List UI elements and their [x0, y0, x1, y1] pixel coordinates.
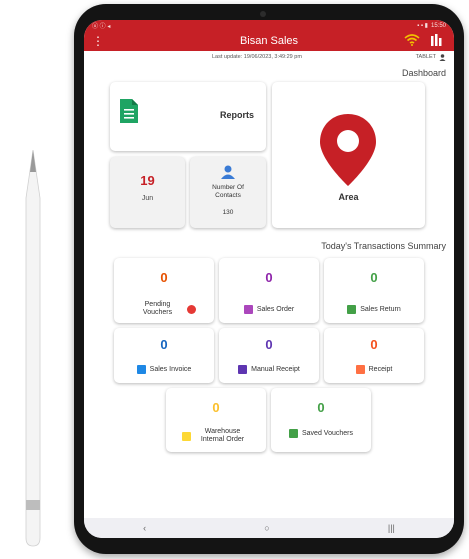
date-month: Jun: [141, 195, 154, 202]
manual-receipt-label: Manual Receipt: [251, 365, 300, 373]
document-icon: [120, 99, 138, 123]
sync-bars-icon[interactable]: [430, 34, 442, 46]
app-title: Bisan Sales: [239, 35, 299, 47]
status-bar: ⓤ ⓘ ◂ ▪ ▪ ▮ 15:50: [84, 20, 454, 31]
more-options-icon[interactable]: ⋮: [92, 34, 104, 48]
saved-vouchers-label: Saved Vouchers: [302, 429, 353, 437]
wifi-icon: [404, 34, 420, 46]
app-screen: ⓤ ⓘ ◂ ▪ ▪ ▮ 15:50 ⋮ Bisan Sales Last upd…: [84, 20, 454, 538]
area-card[interactable]: Area: [272, 82, 425, 228]
receipt-label: Receipt: [368, 365, 393, 373]
contacts-card[interactable]: Number Of Contacts 130: [190, 157, 266, 228]
reports-card[interactable]: Reports: [110, 82, 266, 151]
date-card: 19 Jun: [110, 157, 185, 228]
manual-receipt-count: 0: [265, 337, 273, 352]
status-icons-left: ⓤ ⓘ ◂: [92, 24, 111, 30]
money-icon: [347, 305, 357, 314]
transactions-grid: 0 Sales Return 0 Sales Order 0 Pending V…: [84, 251, 454, 461]
sales-invoice-card[interactable]: 0 Sales Invoice: [114, 328, 214, 383]
warehouse-order-count: 0: [212, 400, 220, 415]
warehouse-icon: [181, 431, 191, 441]
warehouse-order-card[interactable]: 0 Warehouse Internal Order: [166, 388, 266, 452]
nav-back-button[interactable]: ‹: [143, 523, 146, 533]
saved-vouchers-card[interactable]: 0 Saved Vouchers: [271, 388, 371, 452]
receipt-icon: [355, 365, 365, 374]
sales-invoice-label: Sales Invoice: [149, 365, 192, 373]
device-indicator: TABLET: [415, 53, 446, 61]
contacts-count: 130: [222, 209, 234, 216]
area-label: Area: [338, 192, 359, 202]
dashboard-grid: Area Reports 19 Jun Number Of Contacts 1…: [84, 78, 454, 238]
pause-icon: [186, 304, 196, 314]
contacts-label: Number Of Contacts: [212, 184, 244, 199]
sales-return-card[interactable]: 0 Sales Return: [324, 258, 424, 323]
cart-icon: [243, 305, 253, 314]
books-icon: [238, 365, 248, 374]
nav-home-button[interactable]: ○: [264, 523, 269, 533]
invoice-icon: [136, 365, 146, 374]
tablet-device: ⓤ ⓘ ◂ ▪ ▪ ▮ 15:50 ⋮ Bisan Sales Last upd…: [74, 4, 464, 554]
receipt-count: 0: [370, 337, 378, 352]
app-bar: ⋮ Bisan Sales: [84, 31, 454, 51]
receipt-card[interactable]: 0 Receipt: [324, 328, 424, 383]
sales-order-label: Sales Order: [256, 305, 295, 313]
system-nav-bar: ‹ ○ |||: [84, 518, 454, 538]
transactions-title: Today's Transactions Summary: [321, 241, 446, 251]
sales-order-card[interactable]: 0 Sales Order: [219, 258, 319, 323]
user-icon: [439, 53, 446, 61]
pending-vouchers-count: 0: [160, 270, 168, 285]
sales-invoice-count: 0: [160, 337, 168, 352]
date-day: 19: [140, 173, 155, 188]
stylus-pencil: [25, 149, 41, 547]
save-icon: [289, 429, 298, 438]
info-bar: Last update: 19/06/2023, 3:49:29 pm TABL…: [84, 51, 454, 63]
nav-recents-button[interactable]: |||: [388, 523, 395, 533]
manual-receipt-card[interactable]: 0 Manual Receipt: [219, 328, 319, 383]
status-indicator-icons: ▪ ▪ ▮: [417, 23, 428, 29]
sales-order-count: 0: [265, 270, 273, 285]
warehouse-order-label: Warehouse Internal Order: [200, 428, 245, 443]
device-type-text: TABLET: [415, 54, 436, 60]
location-pin-icon: [320, 114, 376, 186]
pending-vouchers-label: Pending Vouchers: [142, 301, 173, 316]
person-icon: [221, 165, 235, 179]
last-update-text: Last update: 19/06/2023, 3:49:29 pm: [212, 54, 302, 60]
status-icons-right: ▪ ▪ ▮ 15:50: [417, 22, 446, 30]
reports-label: Reports: [219, 110, 254, 120]
camera-icon: [260, 11, 266, 17]
dashboard-title: Dashboard: [401, 68, 446, 78]
sales-return-label: Sales Return: [360, 305, 401, 313]
pending-vouchers-card[interactable]: 0 Pending Vouchers: [114, 258, 214, 323]
saved-vouchers-count: 0: [317, 400, 325, 415]
status-time: 15:50: [430, 22, 446, 29]
sales-return-count: 0: [370, 270, 378, 285]
